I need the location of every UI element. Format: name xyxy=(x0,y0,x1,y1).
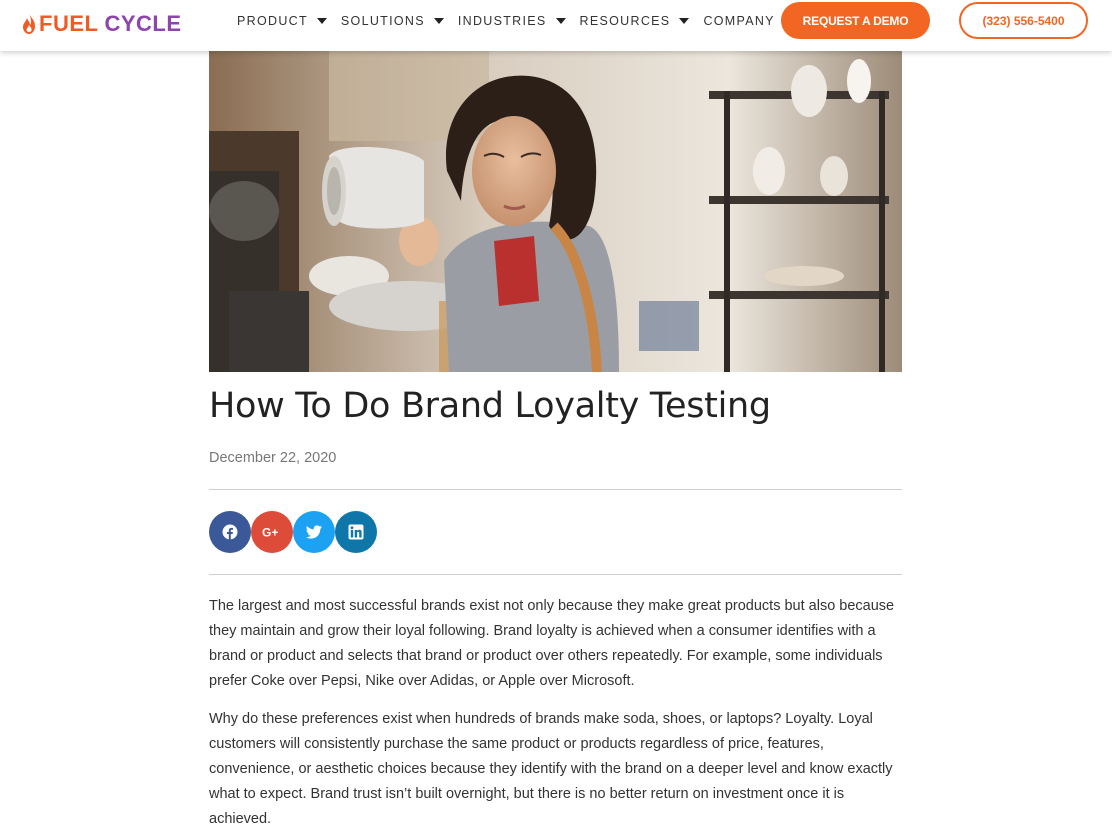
hero-image xyxy=(209,51,902,372)
nav-item-industries[interactable]: INDUSTRIES xyxy=(458,13,566,29)
share-twitter-button[interactable] xyxy=(293,511,335,553)
caret-down-icon xyxy=(555,18,566,24)
phone-button[interactable]: (323) 556-5400 xyxy=(959,2,1088,39)
caret-down-icon xyxy=(433,18,444,24)
nav-item-product[interactable]: PRODUCT xyxy=(237,13,327,29)
article-paragraph: The largest and most successful brands e… xyxy=(209,598,895,689)
nav-item-label: INDUSTRIES xyxy=(457,14,547,28)
nav-item-label: SOLUTIONS xyxy=(340,14,425,28)
divider xyxy=(209,574,902,575)
facebook-icon xyxy=(222,524,238,540)
share-google-plus-button[interactable]: G+ xyxy=(251,511,293,553)
article-paragraph: Why do these preferences exist when hund… xyxy=(209,711,893,827)
caret-down-icon xyxy=(679,18,690,24)
request-demo-button[interactable]: REQUEST A DEMO xyxy=(781,2,930,39)
woman-shopping-image xyxy=(209,51,902,372)
svg-text:G+: G+ xyxy=(262,526,278,540)
fuel-cycle-logo[interactable]: FUEL CYCLE xyxy=(21,10,182,38)
nav-item-label: COMPANY xyxy=(703,14,775,28)
share-linkedin-button[interactable] xyxy=(335,511,377,553)
flame-icon xyxy=(23,14,35,34)
share-facebook-button[interactable] xyxy=(209,511,251,553)
logo-text-fuel: FUEL xyxy=(39,11,99,36)
nav-item-solutions[interactable]: SOLUTIONS xyxy=(341,13,444,29)
article-body: The largest and most successful brands e… xyxy=(209,594,902,838)
caret-down-icon xyxy=(316,18,327,24)
nav-item-label: PRODUCT xyxy=(237,14,308,28)
nav-item-label: RESOURCES xyxy=(579,14,671,28)
twitter-icon xyxy=(306,525,322,539)
logo-text-cycle: CYCLE xyxy=(104,11,182,36)
site-header: FUEL CYCLE PRODUCT SOLUTIONS INDUSTRIES … xyxy=(0,0,1112,51)
share-buttons: G+ xyxy=(209,511,377,553)
google-plus-icon: G+ xyxy=(262,526,278,540)
nav-item-resources[interactable]: RESOURCES xyxy=(580,13,690,29)
main-nav: PRODUCT SOLUTIONS INDUSTRIES RESOURCES C… xyxy=(237,13,808,29)
divider xyxy=(209,489,902,490)
page-title: How To Do Brand Loyalty Testing xyxy=(209,386,771,426)
linkedin-icon xyxy=(348,524,364,540)
post-date: December 22, 2020 xyxy=(209,450,337,466)
